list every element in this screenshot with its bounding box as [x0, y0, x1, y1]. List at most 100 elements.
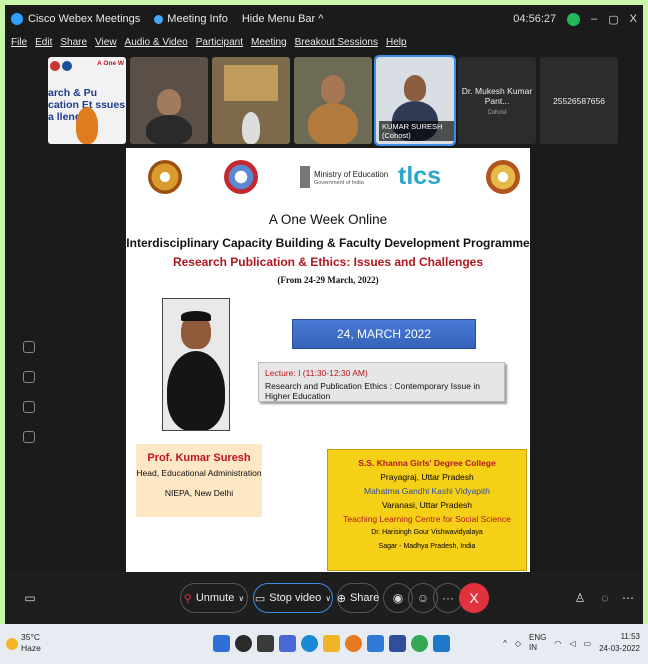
close-button[interactable]: X: [630, 13, 637, 25]
slide-title-line3: Research Publication & Ethics: Issues an…: [172, 255, 484, 269]
wifi-icon[interactable]: ◠: [554, 639, 561, 648]
zoom-out-icon[interactable]: [23, 431, 35, 443]
participant-role: Cohost: [487, 109, 507, 116]
organizer-line: S.S. Khanna Girls' Degree College: [358, 458, 496, 468]
participant-tile-4[interactable]: [294, 57, 372, 144]
avatar: [181, 311, 211, 321]
tlcs-logo: tlcs: [398, 162, 442, 190]
battery-icon[interactable]: ▭: [584, 639, 592, 648]
college-emblem-icon: [486, 160, 520, 194]
leave-meeting-button[interactable]: X: [459, 583, 489, 613]
menu-help[interactable]: Help: [386, 37, 407, 55]
webex-logo-icon: [11, 13, 23, 25]
slide-date-range: (From 24-29 March, 2022): [277, 275, 379, 285]
meeting-timer: 04:56:27: [513, 13, 557, 25]
lecture-time: Lecture: I (11:30-12:30 AM): [265, 368, 368, 378]
file-explorer-icon[interactable]: [323, 635, 340, 652]
avatar: [321, 75, 345, 103]
unmute-button[interactable]: ⚲ Unmute ∨: [180, 583, 248, 613]
language-indicator[interactable]: ENG IN: [529, 633, 546, 653]
speaker-photo: [162, 298, 230, 431]
edge-icon[interactable]: [301, 635, 318, 652]
participant-tile-2[interactable]: [130, 57, 208, 144]
participant-tile-6[interactable]: Dr. Mukesh Kumar Pant... Cohost: [458, 57, 536, 144]
search-icon[interactable]: [235, 635, 252, 652]
organizer-line: Sagar - Madhya Pradesh, India: [378, 543, 476, 550]
more-panels-icon[interactable]: ⋯: [613, 583, 643, 613]
stop-video-button[interactable]: ▭ Stop video ∨: [253, 583, 333, 613]
menu-participant[interactable]: Participant: [196, 37, 243, 55]
speaker-organization: NIEPA, New Delhi: [164, 488, 234, 498]
chevron-down-icon[interactable]: ∨: [325, 594, 331, 603]
security-icon[interactable]: ◇: [515, 639, 521, 648]
emblem-icon: [50, 61, 60, 71]
organizer-line: Teaching Learning Centre for Social Scie…: [343, 514, 511, 524]
mic-muted-icon: ⚲: [183, 592, 192, 605]
share-label: Share: [349, 592, 380, 604]
chevron-up-icon[interactable]: ^: [503, 639, 507, 648]
title-bar: Cisco Webex Meetings Meeting Info Hide M…: [5, 5, 643, 33]
menu-audio-video[interactable]: Audio & Video: [125, 37, 188, 55]
organizer-line: Varanasi, Uttar Pradesh: [381, 500, 473, 510]
share-button[interactable]: ⊕ Share: [337, 583, 379, 613]
restore-button[interactable]: ▢: [608, 13, 618, 26]
ministry-label: Ministry of Education: [314, 170, 389, 179]
meeting-info-button[interactable]: Meeting Info: [167, 13, 228, 25]
emblem-icon: [62, 61, 72, 71]
slide-title-line1: A One Week Online: [268, 212, 388, 227]
participant-strip: A One W arch & Pu cation Et ssues a llen…: [48, 55, 618, 146]
zoom-in-icon[interactable]: [23, 401, 35, 413]
connection-status-icon[interactable]: [567, 12, 581, 26]
captions-icon[interactable]: ▭: [15, 583, 45, 613]
chrome-icon[interactable]: [411, 635, 428, 652]
side-toolbar: [23, 341, 35, 443]
menu-meeting[interactable]: Meeting: [251, 37, 287, 55]
webex-window: Cisco Webex Meetings Meeting Info Hide M…: [5, 5, 643, 624]
chevron-down-icon[interactable]: ∨: [238, 594, 244, 603]
webex-taskbar-icon[interactable]: [433, 635, 450, 652]
info-icon[interactable]: [154, 14, 164, 24]
unmute-label: Unmute: [195, 592, 235, 604]
annotate-icon[interactable]: [23, 341, 35, 353]
organizer-line: Mahatma Gandhi Kashi Vidyapith: [363, 486, 490, 496]
chat-side-icon[interactable]: [23, 371, 35, 383]
participant-tile-1[interactable]: A One W arch & Pu cation Et ssues a llen…: [48, 57, 126, 144]
region-code: IN: [529, 643, 538, 652]
store-icon[interactable]: [367, 635, 384, 652]
hide-menu-bar-button[interactable]: Hide Menu Bar ^: [242, 13, 324, 25]
speaker-figure: [76, 107, 98, 144]
slide-title-line2: Interdisciplinary Capacity Building & Fa…: [126, 236, 530, 250]
participant-tile-3[interactable]: [212, 57, 290, 144]
ministry-sub-label: Government of India: [314, 180, 364, 186]
shared-slide: Ministry of Education Government of Indi…: [126, 148, 530, 572]
clock[interactable]: 11:53 24-03-2022: [599, 631, 640, 655]
menu-edit[interactable]: Edit: [35, 37, 52, 55]
firefox-icon[interactable]: [345, 635, 362, 652]
avatar: [157, 89, 181, 115]
avatar: [146, 115, 192, 144]
start-icon[interactable]: [213, 635, 230, 652]
weather-icon: [6, 638, 18, 650]
participant-tile-5-active-speaker[interactable]: KUMAR SURESH (Cohost): [374, 55, 456, 146]
word-icon[interactable]: [389, 635, 406, 652]
weather-condition: Haze: [21, 643, 41, 653]
speaker-info-box: Prof. Kumar Suresh Head, Educational Adm…: [136, 444, 262, 517]
volume-icon[interactable]: ◁: [569, 639, 575, 648]
task-view-icon[interactable]: [257, 635, 274, 652]
teams-icon[interactable]: [279, 635, 296, 652]
camera-icon: ▭: [254, 592, 266, 605]
system-tray: ^ ◇ ENG IN ◠ ◁ ▭ 11:53 24-03-2022: [503, 631, 640, 655]
avatar: [308, 103, 358, 144]
minimize-button[interactable]: –: [591, 13, 597, 25]
participant-name: Dr. Mukesh Kumar Pant...: [461, 85, 533, 106]
clock-time: 11:53: [620, 632, 640, 641]
menu-share[interactable]: Share: [60, 37, 87, 55]
menu-breakout-sessions[interactable]: Breakout Sessions: [295, 37, 378, 55]
clock-date: 24-03-2022: [599, 644, 640, 653]
weather-widget[interactable]: 35°C Haze: [21, 632, 41, 654]
menu-view[interactable]: View: [95, 37, 117, 55]
participant-tile-7[interactable]: 25526587656: [540, 57, 618, 144]
avatar: [167, 351, 225, 430]
temperature: 35°C: [21, 632, 40, 642]
menu-file[interactable]: File: [11, 37, 27, 55]
